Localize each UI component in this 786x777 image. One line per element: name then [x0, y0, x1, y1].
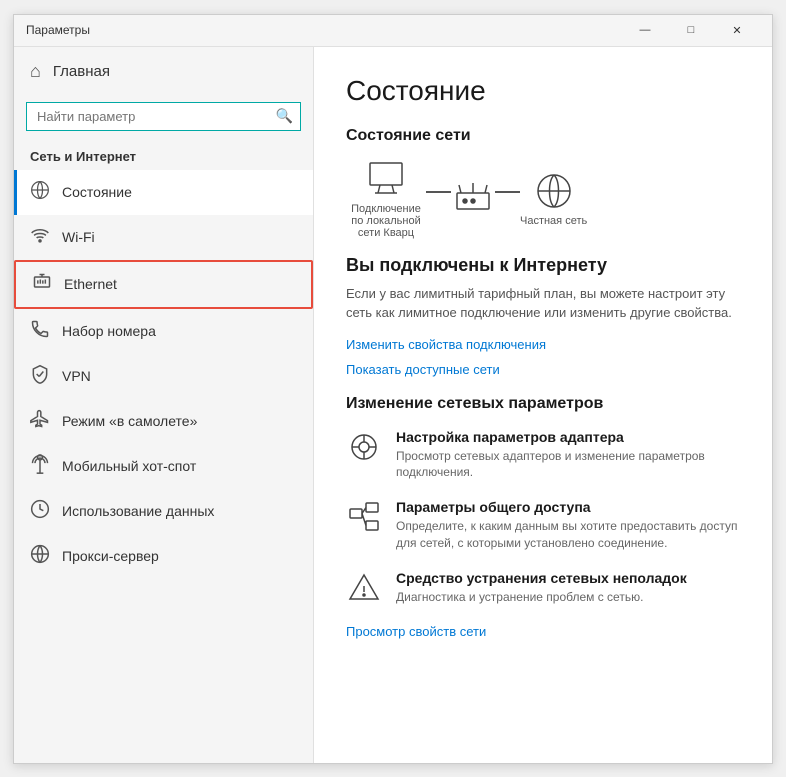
- pc-icon: [364, 159, 408, 199]
- sidebar-item-vpn[interactable]: VPN: [14, 354, 313, 399]
- sidebar-home-label: Главная: [53, 63, 110, 80]
- sharing-icon: [346, 499, 382, 535]
- sidebar-item-hotspot[interactable]: Мобильный хот-спот: [14, 444, 313, 489]
- vpn-icon: [30, 364, 50, 389]
- sidebar-item-proxy[interactable]: Прокси-сервер: [14, 534, 313, 579]
- sidebar-item-vpn-label: VPN: [62, 368, 91, 384]
- titlebar: Параметры — □ ✕: [14, 15, 772, 47]
- home-icon: ⌂: [30, 61, 41, 82]
- sidebar-home-item[interactable]: ⌂ Главная: [14, 47, 313, 96]
- sidebar-item-datausage[interactable]: Использование данных: [14, 489, 313, 534]
- router-icon-container: [451, 179, 495, 219]
- sidebar-item-ethernet-label: Ethernet: [64, 276, 117, 292]
- sharing-settings-item[interactable]: Параметры общего доступа Определите, к к…: [346, 499, 740, 552]
- sidebar-item-datausage-label: Использование данных: [62, 503, 214, 519]
- page-title: Состояние: [346, 75, 740, 107]
- globe-icon-container: Частная сеть: [520, 171, 587, 227]
- troubleshoot-icon: [346, 570, 382, 606]
- adapter-settings-title: Настройка параметров адаптера: [396, 429, 740, 445]
- globe-icon: [532, 171, 576, 211]
- datausage-icon: [30, 499, 50, 524]
- troubleshoot-settings-item[interactable]: Средство устранения сетевых неполадок Ди…: [346, 570, 740, 606]
- close-button[interactable]: ✕: [714, 14, 760, 46]
- network-diagram: Подключение по локальной сети Кварц: [346, 159, 740, 239]
- search-input[interactable]: [26, 102, 301, 131]
- sidebar-item-airplane-label: Режим «в самолете»: [62, 413, 197, 429]
- sharing-settings-title: Параметры общего доступа: [396, 499, 740, 515]
- sidebar-section-title: Сеть и Интернет: [14, 141, 313, 170]
- sidebar-search-container: 🔍: [26, 102, 301, 131]
- pc-icon-container: Подключение по локальной сети Кварц: [346, 159, 426, 239]
- change-section-title: Изменение сетевых параметров: [346, 395, 740, 413]
- sidebar-item-ethernet[interactable]: Ethernet: [14, 260, 313, 309]
- sidebar-item-proxy-label: Прокси-сервер: [62, 548, 159, 564]
- show-networks-link[interactable]: Показать доступные сети: [346, 362, 740, 377]
- adapter-icon: [346, 429, 382, 465]
- troubleshoot-settings-title: Средство устранения сетевых неполадок: [396, 570, 687, 586]
- wifi-icon: [30, 225, 50, 250]
- adapter-settings-item[interactable]: Настройка параметров адаптера Просмотр с…: [346, 429, 740, 482]
- main-content: Состояние Состояние сети Подключение по …: [314, 47, 772, 763]
- sidebar-item-dialup[interactable]: Набор номера: [14, 309, 313, 354]
- airplane-icon: [30, 409, 50, 434]
- settings-window: Параметры — □ ✕ ⌂ Главная 🔍 Сеть и Интер…: [13, 14, 773, 764]
- sidebar-item-status[interactable]: Состояние: [14, 170, 313, 215]
- network-label1: Подключение по локальной сети Кварц: [346, 203, 426, 239]
- change-connection-link[interactable]: Изменить свойства подключения: [346, 337, 740, 352]
- sidebar-item-hotspot-label: Мобильный хот-спот: [62, 458, 196, 474]
- sharing-settings-content: Параметры общего доступа Определите, к к…: [396, 499, 740, 552]
- maximize-button[interactable]: □: [668, 14, 714, 46]
- adapter-settings-content: Настройка параметров адаптера Просмотр с…: [396, 429, 740, 482]
- minimize-button[interactable]: —: [622, 14, 668, 46]
- search-icon: 🔍: [276, 108, 293, 125]
- hotspot-icon: [30, 454, 50, 479]
- adapter-settings-desc: Просмотр сетевых адаптеров и изменение п…: [396, 448, 740, 482]
- sidebar: ⌂ Главная 🔍 Сеть и Интернет Состояние: [14, 47, 314, 763]
- titlebar-buttons: — □ ✕: [622, 14, 760, 46]
- sidebar-item-airplane[interactable]: Режим «в самолете»: [14, 399, 313, 444]
- sidebar-item-wifi-label: Wi-Fi: [62, 229, 95, 245]
- window-content: ⌂ Главная 🔍 Сеть и Интернет Состояние: [14, 47, 772, 763]
- connected-title: Вы подключены к Интернету: [346, 255, 740, 276]
- connected-desc: Если у вас лимитный тарифный план, вы мо…: [346, 284, 740, 323]
- troubleshoot-settings-content: Средство устранения сетевых неполадок Ди…: [396, 570, 687, 606]
- section-divider: Изменение сетевых параметров: [346, 395, 740, 413]
- network-label2: Частная сеть: [520, 215, 587, 227]
- troubleshoot-settings-desc: Диагностика и устранение проблем с сетью…: [396, 589, 687, 606]
- network-status-section-title: Состояние сети: [346, 127, 740, 145]
- status-icon: [30, 180, 50, 205]
- dialup-icon: [30, 319, 50, 344]
- view-props-link[interactable]: Просмотр свойств сети: [346, 624, 740, 639]
- sidebar-item-status-label: Состояние: [62, 184, 132, 200]
- router-icon: [451, 179, 495, 219]
- ethernet-icon: [32, 272, 52, 297]
- titlebar-title: Параметры: [26, 23, 622, 37]
- sidebar-item-dialup-label: Набор номера: [62, 323, 156, 339]
- sharing-settings-desc: Определите, к каким данным вы хотите пре…: [396, 518, 740, 552]
- sidebar-item-wifi[interactable]: Wi-Fi: [14, 215, 313, 260]
- proxy-icon: [30, 544, 50, 569]
